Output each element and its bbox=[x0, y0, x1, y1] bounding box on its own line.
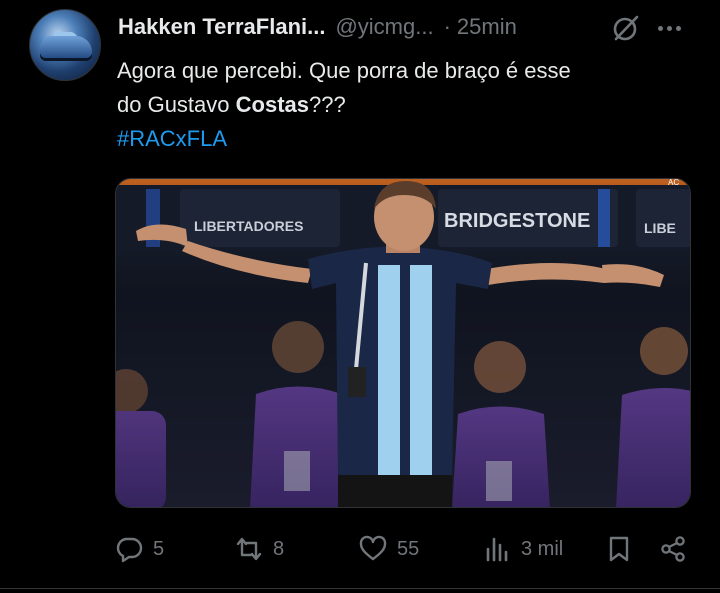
bookmark-icon bbox=[609, 536, 629, 562]
repost-icon bbox=[236, 537, 262, 561]
corner-tag: AC bbox=[668, 179, 679, 187]
post-text: Agora que percebi. Que porra de braço é … bbox=[117, 54, 697, 156]
banner-text-right: BRIDGESTONE bbox=[444, 210, 590, 232]
divider bbox=[0, 588, 720, 589]
post-header: Hakken TerraFlani... @yicmg... · 25min bbox=[118, 13, 517, 41]
reply-count: 5 bbox=[153, 537, 165, 560]
views-button[interactable]: 3 mil bbox=[483, 532, 563, 566]
display-name[interactable]: Hakken TerraFlani... bbox=[118, 14, 325, 40]
post-time[interactable]: 25min bbox=[457, 14, 517, 40]
views-icon bbox=[486, 537, 508, 562]
post-text-highlight: Costas bbox=[235, 92, 309, 117]
more-options-icon[interactable] bbox=[658, 18, 688, 38]
banner-text-far-right: LIBE bbox=[644, 220, 676, 236]
share-button[interactable] bbox=[659, 532, 687, 566]
post-text-line2-suffix: ??? bbox=[309, 92, 346, 117]
repost-button[interactable]: 8 bbox=[235, 532, 284, 566]
avatar[interactable] bbox=[29, 9, 101, 81]
like-count: 55 bbox=[397, 537, 420, 560]
reply-icon bbox=[116, 537, 143, 563]
separator-dot: · bbox=[443, 14, 451, 39]
post-text-line1: Agora que percebi. Que porra de braço é … bbox=[117, 58, 571, 83]
banner-text-left: LIBERTADORES bbox=[194, 218, 303, 234]
repost-count: 8 bbox=[273, 537, 285, 560]
views-count: 3 mil bbox=[521, 537, 564, 560]
post-actions: 5 8 55 3 mil bbox=[115, 532, 695, 566]
share-icon bbox=[661, 536, 685, 562]
post-text-line2-prefix: do Gustavo bbox=[117, 92, 236, 117]
user-handle[interactable]: @yicmg... bbox=[335, 14, 433, 40]
avatar-car bbox=[40, 36, 92, 58]
like-button[interactable]: 55 bbox=[359, 532, 419, 566]
grok-icon[interactable] bbox=[612, 14, 640, 42]
hashtag-link[interactable]: #RACxFLA bbox=[117, 122, 697, 156]
reply-button[interactable]: 5 bbox=[115, 532, 164, 566]
bookmark-button[interactable] bbox=[605, 532, 633, 566]
heart-icon bbox=[359, 535, 387, 561]
post-media-image[interactable]: LIBERTADORES BRIDGESTONE LIBE AC bbox=[115, 178, 691, 508]
match-photo: LIBERTADORES BRIDGESTONE LIBE AC bbox=[116, 179, 690, 507]
